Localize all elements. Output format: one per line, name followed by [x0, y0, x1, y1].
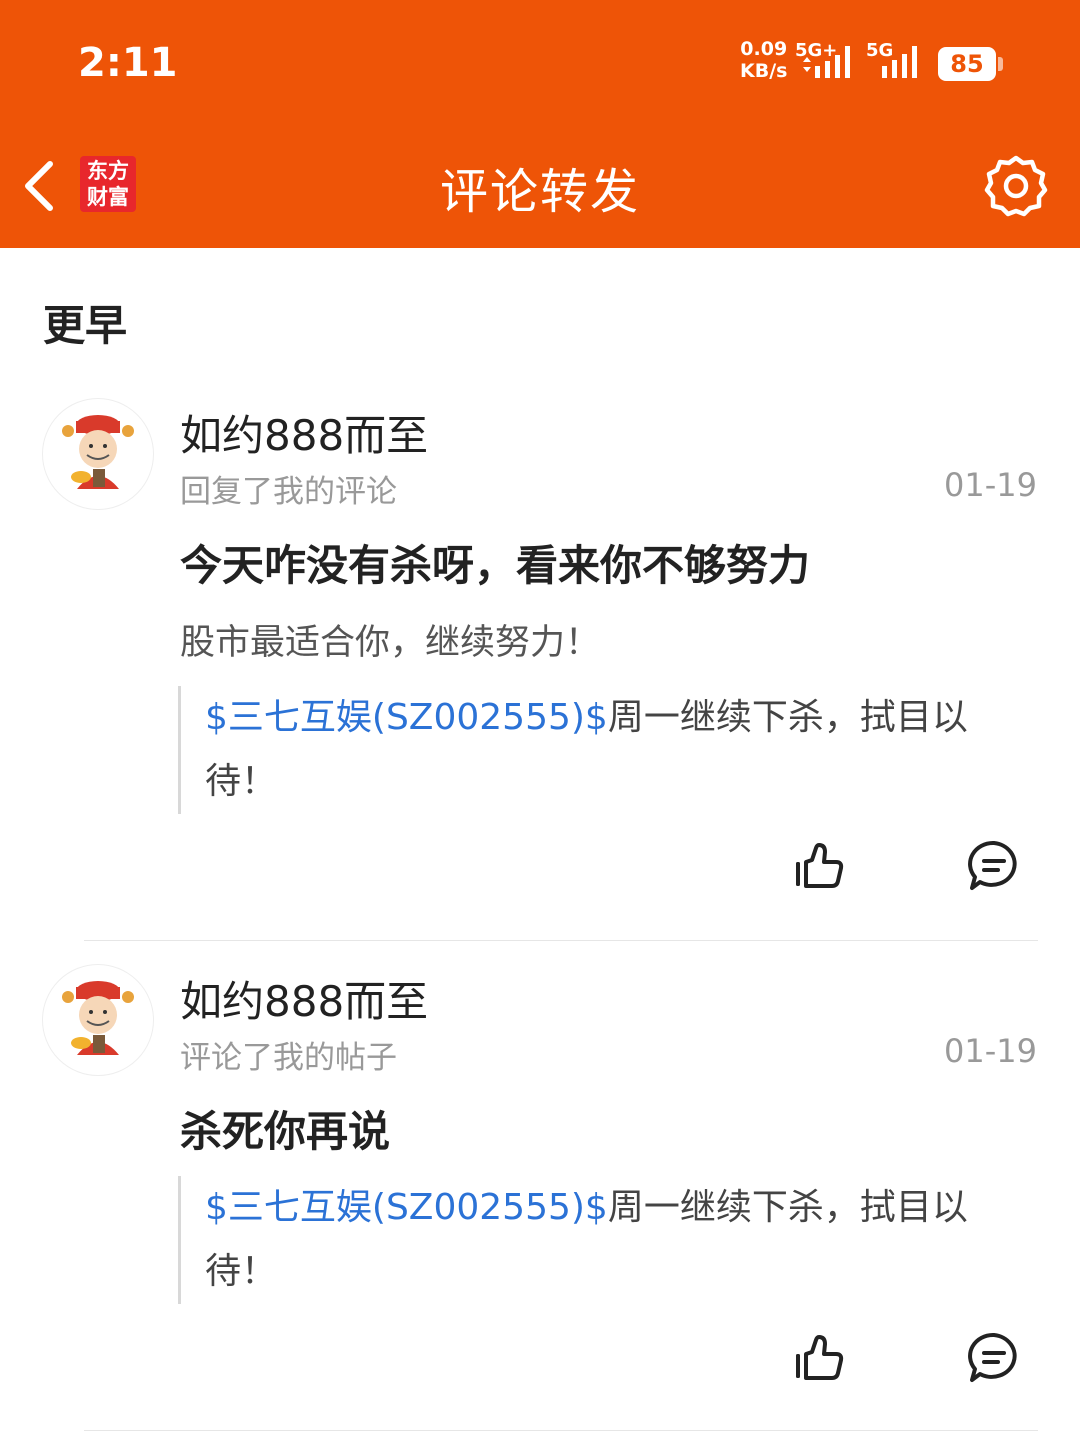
stock-link[interactable]: $三七互娱(SZ002555)$: [205, 697, 608, 738]
network-speed-value: 0.09: [740, 38, 788, 60]
username[interactable]: 如约888而至: [180, 968, 428, 1029]
battery-indicator: 85: [938, 47, 996, 81]
reply-context-text: 股市最适合你，继续努力！: [180, 623, 601, 663]
comment-text[interactable]: 今天咋没有杀呀，看来你不够努力: [180, 532, 810, 593]
action-text: 回复了我的评论: [180, 474, 397, 510]
divider: [84, 1430, 1038, 1431]
avatar[interactable]: [42, 964, 154, 1076]
network-speed: 0.09 KB/s: [740, 38, 787, 82]
status-time: 2:11: [78, 40, 178, 86]
battery-tip: [998, 57, 1003, 71]
section-label-earlier: 更早: [43, 301, 128, 350]
stock-link[interactable]: $三七互娱(SZ002555)$: [205, 1187, 608, 1228]
thumbs-up-icon[interactable]: [790, 1330, 846, 1386]
divider: [84, 940, 1038, 941]
quoted-post[interactable]: $三七互娱(SZ002555)$周一继续下杀，拭目以待！: [178, 686, 1018, 814]
username[interactable]: 如约888而至: [180, 402, 428, 463]
date: 01-19: [944, 1032, 1037, 1070]
comment-icon[interactable]: [966, 1330, 1022, 1386]
date: 01-19: [944, 466, 1037, 504]
action-text: 评论了我的帖子: [180, 1040, 397, 1076]
network-speed-unit: KB/s: [740, 60, 788, 82]
thumbs-up-icon[interactable]: [790, 838, 846, 894]
quoted-post[interactable]: $三七互娱(SZ002555)$周一继续下杀，拭目以待！: [178, 1176, 1018, 1304]
comment-text[interactable]: 杀死你再说: [180, 1098, 390, 1159]
top-bar: 2:11 0.09 KB/s 5G+ 5G 85 东方 财富 评论转发: [0, 0, 1080, 248]
comment-icon[interactable]: [966, 838, 1022, 894]
page-title: 评论转发: [439, 164, 640, 220]
avatar[interactable]: [42, 398, 154, 510]
gear-icon[interactable]: [982, 152, 1050, 220]
